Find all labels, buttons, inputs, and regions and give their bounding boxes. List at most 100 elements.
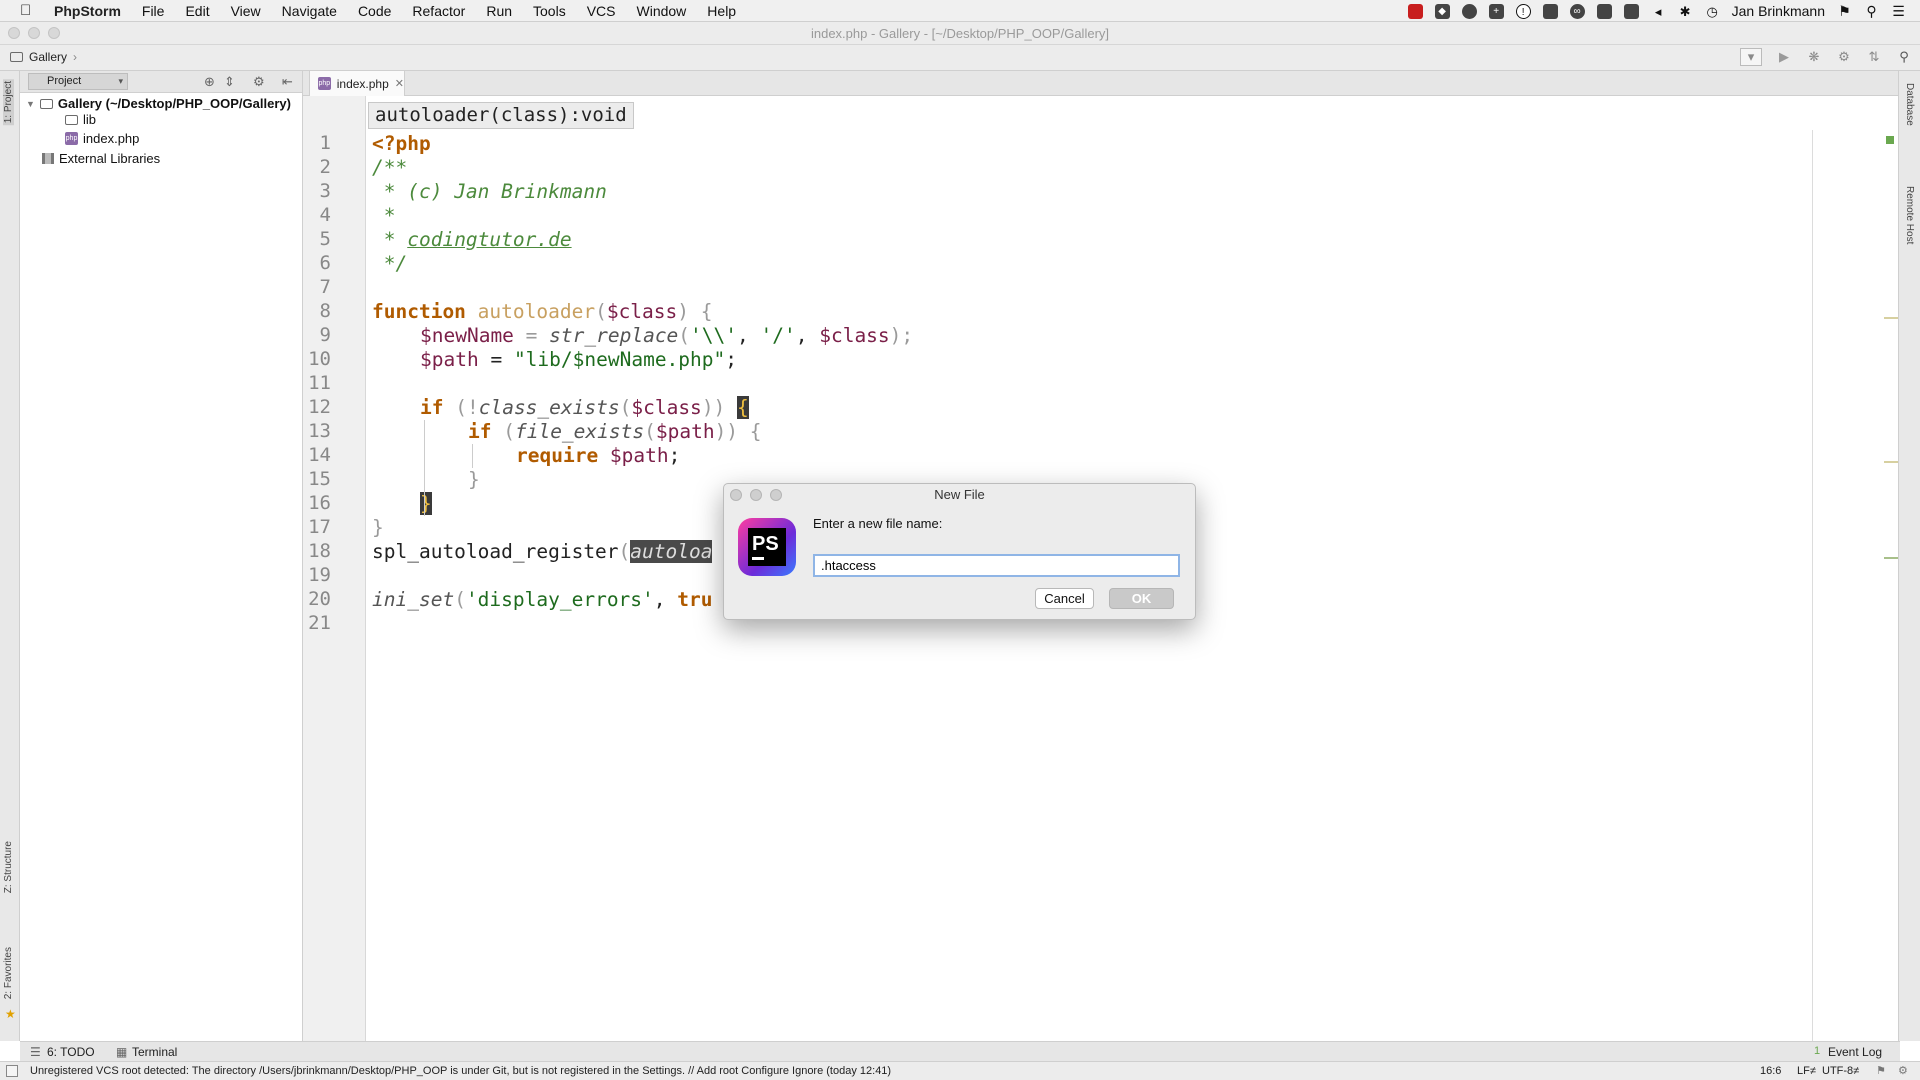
tab-index-php[interactable]: php index.php ✕ (309, 71, 405, 96)
time-machine-icon[interactable]: ◷ (1705, 4, 1720, 19)
star-icon: ★ (5, 1007, 16, 1021)
menu-code[interactable]: Code (358, 3, 391, 19)
hide-panel-icon[interactable]: ⇤ (282, 74, 293, 90)
token-paren: ( (454, 588, 466, 611)
menu-view[interactable]: View (231, 3, 261, 19)
cancel-button[interactable]: Cancel (1035, 588, 1094, 609)
settings-gear-icon[interactable]: ⚙ (253, 74, 265, 90)
project-view-selector[interactable]: Project ▾ (28, 73, 128, 90)
plus-icon[interactable]: + (1488, 3, 1504, 19)
bookmark-icon[interactable] (1542, 3, 1558, 19)
token-variable: $class (631, 396, 702, 419)
token-keyword: require (516, 444, 599, 467)
breadcrumb-gallery[interactable]: Gallery (29, 50, 67, 64)
lock-icon[interactable]: ⚑ (1837, 3, 1852, 19)
status-message[interactable]: Unregistered VCS root detected: The dire… (30, 1065, 891, 1077)
code-line-9: $newName = str_replace('\\', '/', $class… (420, 324, 913, 347)
ok-button[interactable]: OK (1109, 588, 1174, 609)
database-tool-button[interactable]: Database (1904, 83, 1915, 126)
volume-icon[interactable]: ◂ (1651, 4, 1666, 19)
token-string: '/' (760, 324, 796, 347)
leaf-icon[interactable] (1461, 3, 1477, 19)
tree-item-lib[interactable]: lib (65, 112, 96, 127)
project-tool-button[interactable]: 1: Project (3, 79, 14, 126)
remote-host-tool-button[interactable]: Remote Host (1904, 186, 1915, 244)
token-paren: ( (491, 420, 515, 443)
inspection-status-icon[interactable] (1886, 136, 1894, 144)
breadcrumb[interactable]: Gallery › (10, 50, 77, 64)
code-line-4: * (372, 204, 396, 227)
token-variable: $class (819, 324, 890, 347)
menu-edit[interactable]: Edit (185, 3, 209, 19)
vcs-update-icon[interactable]: ⇅ (1866, 49, 1882, 65)
menu-tools[interactable]: Tools (533, 3, 566, 19)
line-number: 15 (308, 468, 331, 490)
favorites-tool-button[interactable]: 2: Favorites (3, 947, 14, 999)
menu-file[interactable]: File (142, 3, 165, 19)
inspector-icon[interactable]: ⚙ (1898, 1064, 1908, 1077)
project-panel: Project ▾ ⊕ ⇕ ⚙ ⇤ ▼ Gallery (~/Desktop/P… (20, 71, 303, 1041)
code-line-16: } (420, 492, 432, 515)
line-number: 2 (319, 156, 331, 178)
folder-icon (39, 98, 53, 109)
menu-window[interactable]: Window (637, 3, 687, 19)
search-everywhere-icon[interactable]: ⚲ (1896, 49, 1912, 65)
line-number: 14 (308, 444, 331, 466)
token-function: ini_set (372, 588, 455, 611)
info-icon[interactable]: ! (1515, 3, 1531, 19)
tree-item-external-libraries[interactable]: External Libraries (42, 151, 160, 166)
record-icon[interactable] (1407, 3, 1423, 19)
apple-menu-icon[interactable]:  (20, 2, 40, 19)
token-paren: ( (678, 324, 691, 347)
menu-help[interactable]: Help (707, 3, 736, 19)
dropbox-icon[interactable]: ◆ (1434, 3, 1450, 19)
caret-position[interactable]: 16:6 (1760, 1065, 1781, 1077)
tree-root-gallery[interactable]: ▼ Gallery (~/Desktop/PHP_OOP/Gallery) (26, 96, 291, 111)
folder-icon (65, 114, 78, 125)
creative-cloud-icon[interactable]: ∞ (1569, 3, 1585, 19)
todo-tool-button[interactable]: 6: TODO (47, 1045, 95, 1059)
run-icon[interactable]: ▶ (1776, 49, 1792, 65)
scroll-marker[interactable] (1884, 317, 1898, 319)
line-separator[interactable]: LF≠ (1797, 1065, 1816, 1077)
hide-panels-icon[interactable] (6, 1065, 18, 1077)
token-function: str_replace (549, 324, 679, 347)
shield-icon[interactable] (1623, 3, 1639, 19)
file-name-input[interactable] (813, 554, 1180, 577)
tree-item-index-php[interactable]: php index.php (65, 131, 139, 146)
spotlight-search-icon[interactable]: ⚲ (1864, 3, 1879, 19)
line-number: 1 (319, 132, 331, 154)
evernote-icon[interactable] (1596, 3, 1612, 19)
menu-navigate[interactable]: Navigate (282, 3, 337, 19)
app-menu[interactable]: PhpStorm (54, 3, 121, 19)
line-number: 6 (319, 252, 331, 274)
bluetooth-icon[interactable]: ✱ (1678, 4, 1693, 19)
comment-star: * (372, 180, 408, 203)
token-variable: $class (606, 300, 678, 323)
scroll-marker[interactable] (1884, 557, 1898, 559)
collapse-icon[interactable]: ⇕ (224, 74, 235, 90)
file-encoding[interactable]: UTF-8≠ (1822, 1065, 1859, 1077)
editor-tabs: php index.php ✕ (303, 71, 1900, 96)
menu-vcs[interactable]: VCS (587, 3, 616, 19)
menu-refactor[interactable]: Refactor (412, 3, 465, 19)
scroll-marker[interactable] (1884, 461, 1898, 463)
run-config-dropdown[interactable]: ▾ (1740, 48, 1762, 66)
close-tab-icon[interactable]: ✕ (395, 77, 404, 90)
menu-run[interactable]: Run (486, 3, 512, 19)
lock-icon[interactable]: ⚑ (1876, 1064, 1886, 1077)
coverage-icon[interactable]: ⚙ (1836, 49, 1852, 65)
structure-tool-button[interactable]: Z: Structure (3, 841, 14, 893)
token-function: autoloader (477, 300, 596, 323)
line-number: 7 (319, 276, 331, 298)
notification-center-icon[interactable]: ☰ (1891, 3, 1906, 19)
debug-icon[interactable]: ❋ (1806, 49, 1822, 65)
token-string: "lib/$newName.php" (513, 348, 726, 371)
locate-icon[interactable]: ⊕ (204, 74, 215, 90)
terminal-tool-button[interactable]: Terminal (132, 1045, 177, 1059)
code-line-17: } (372, 516, 384, 539)
comment-star: * (372, 228, 408, 251)
user-name[interactable]: Jan Brinkmann (1732, 3, 1825, 19)
event-log-button[interactable]: Event Log (1828, 1045, 1882, 1059)
token-keyword: if (468, 420, 492, 443)
